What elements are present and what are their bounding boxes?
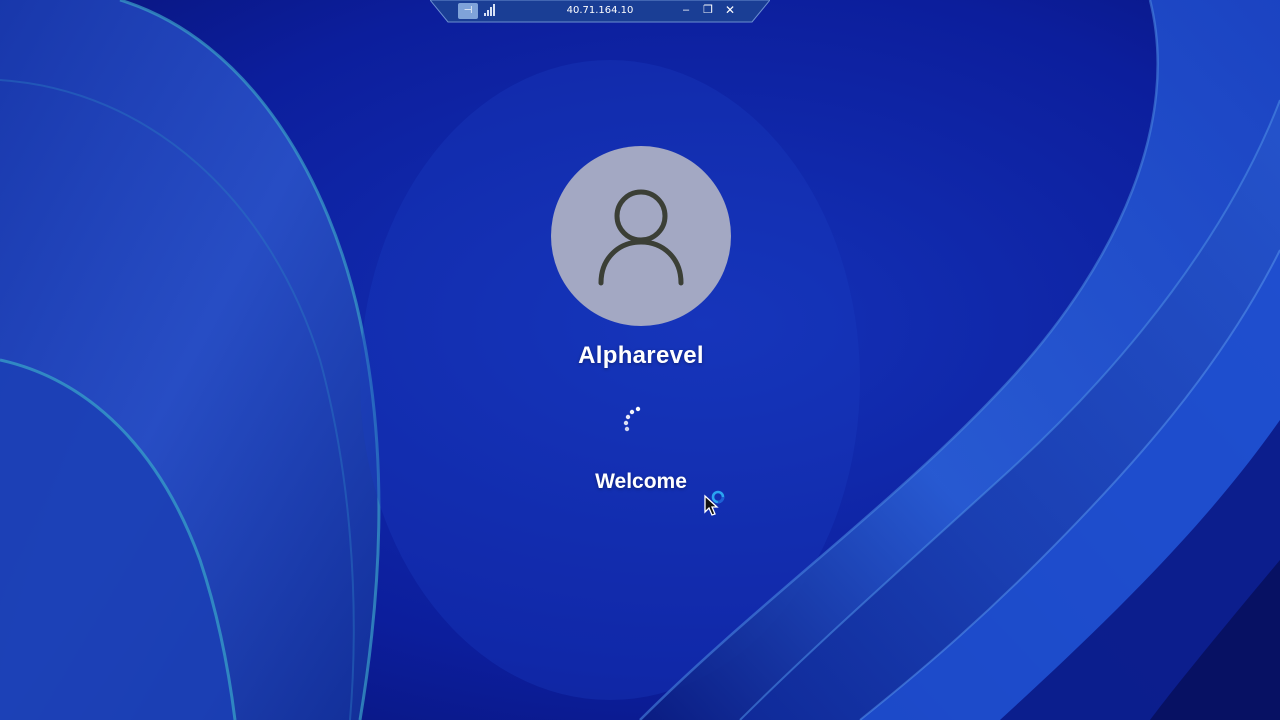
minimize-button[interactable]: – [678,2,694,18]
close-button[interactable]: ✕ [722,2,738,18]
connection-title: 40.71.164.10 [566,5,634,16]
remote-connection-bar: ⊣ 40.71.164.10 – ❐ ✕ [430,0,770,24]
busy-arrow-cursor-icon [704,490,725,516]
welcome-status-text: Welcome [595,470,687,493]
username-label: Alpharevel [578,342,704,369]
user-avatar [551,146,731,326]
user-silhouette-icon [598,189,684,286]
loading-spinner-icon [623,406,641,432]
pin-icon[interactable]: ⊣ [458,3,478,19]
signal-bars-icon [484,4,495,16]
restore-button[interactable]: ❐ [700,2,716,18]
windows-lock-screen: ⊣ 40.71.164.10 – ❐ ✕ Alpharevel Welcome [0,0,1280,720]
